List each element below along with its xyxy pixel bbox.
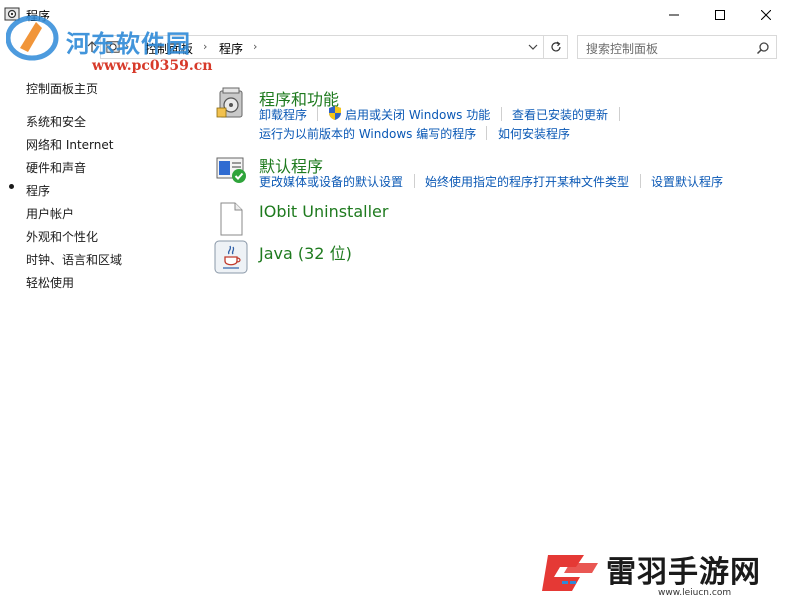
link-uninstall-program[interactable]: 卸载程序 bbox=[259, 106, 307, 123]
close-button[interactable] bbox=[743, 0, 787, 30]
watermark-title: 河东软件园 bbox=[66, 29, 191, 58]
refresh-icon bbox=[550, 41, 561, 52]
link-file-type-association[interactable]: 始终使用指定的程序打开某种文件类型 bbox=[425, 173, 629, 190]
sidebar-item-ease-of-access[interactable]: 轻松使用 bbox=[26, 274, 74, 291]
close-icon bbox=[761, 10, 771, 20]
active-bullet-icon bbox=[9, 184, 14, 189]
link-installed-updates[interactable]: 查看已安装的更新 bbox=[512, 106, 608, 123]
link-separator bbox=[640, 174, 641, 188]
uac-shield-icon bbox=[329, 106, 341, 120]
minimize-icon bbox=[669, 14, 679, 16]
chevron-right-icon[interactable]: › bbox=[253, 40, 257, 53]
breadcrumb-programs[interactable]: 程序 bbox=[219, 40, 243, 57]
maximize-button[interactable] bbox=[697, 0, 743, 30]
sidebar-item-network[interactable]: 网络和 Internet bbox=[26, 136, 113, 153]
watermark-logo-icon bbox=[542, 555, 598, 591]
blank-file-icon bbox=[220, 202, 243, 236]
link-windows-features[interactable]: 启用或关闭 Windows 功能 bbox=[345, 106, 490, 123]
sidebar-item-security[interactable]: 系统和安全 bbox=[26, 113, 86, 130]
sidebar-item-hardware[interactable]: 硬件和声音 bbox=[26, 159, 86, 176]
link-run-older-programs[interactable]: 运行为以前版本的 Windows 编写的程序 bbox=[259, 125, 476, 142]
maximize-icon bbox=[715, 10, 725, 20]
link-how-to-install[interactable]: 如何安装程序 bbox=[498, 125, 570, 142]
watermark-url: www.pc0359.cn bbox=[92, 58, 213, 74]
link-set-default-programs[interactable]: 设置默认程序 bbox=[651, 173, 723, 190]
minimize-button[interactable] bbox=[651, 0, 697, 30]
sidebar-item-home[interactable]: 控制面板主页 bbox=[26, 80, 98, 97]
link-separator bbox=[414, 174, 415, 188]
link-separator bbox=[619, 107, 620, 121]
link-separator bbox=[317, 107, 318, 121]
refresh-button[interactable] bbox=[544, 35, 568, 59]
chevron-down-icon[interactable] bbox=[527, 41, 539, 53]
watermark-logo-icon bbox=[6, 15, 59, 61]
category-title-iobit[interactable]: IObit Uninstaller bbox=[259, 202, 388, 221]
java-icon bbox=[214, 240, 248, 274]
default-programs-icon bbox=[216, 157, 246, 183]
sidebar-item-appearance[interactable]: 外观和个性化 bbox=[26, 228, 98, 245]
sidebar-item-clock-language[interactable]: 时钟、语言和区域 bbox=[26, 251, 122, 268]
link-separator bbox=[486, 126, 487, 140]
sidebar-item-user-accounts[interactable]: 用户帐户 bbox=[26, 205, 74, 222]
watermark-bottom-title: 雷羽手游网 bbox=[606, 555, 761, 590]
sidebar-item-programs[interactable]: 程序 bbox=[26, 182, 50, 199]
search-icon[interactable] bbox=[756, 41, 770, 55]
programs-features-icon bbox=[216, 87, 243, 118]
watermark-bottom-url: www.leiucn.com bbox=[658, 588, 732, 598]
search-placeholder: 搜索控制面板 bbox=[586, 42, 659, 56]
link-separator bbox=[501, 107, 502, 121]
search-box[interactable]: 搜索控制面板 bbox=[577, 35, 777, 59]
watermark-bottom: 雷羽手游网 www.leiucn.com bbox=[540, 543, 785, 605]
category-title-java[interactable]: Java (32 位) bbox=[259, 240, 352, 264]
link-change-media-defaults[interactable]: 更改媒体或设备的默认设置 bbox=[259, 173, 403, 190]
watermark-top: 河东软件园 www.pc0359.cn bbox=[6, 10, 212, 74]
